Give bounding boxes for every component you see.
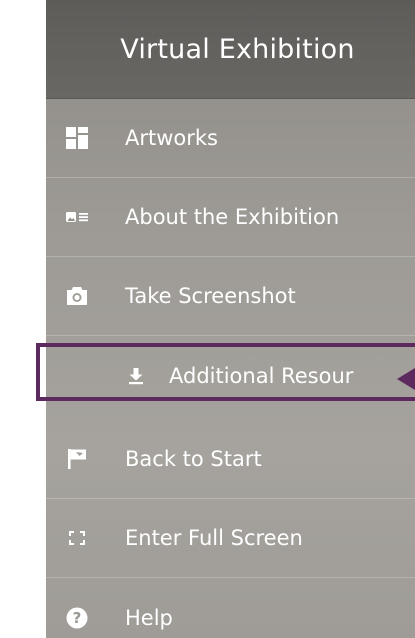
menu-header: Virtual Exhibition xyxy=(46,0,415,99)
camera-icon xyxy=(66,285,88,307)
menu-item-label: Artworks xyxy=(125,126,218,150)
menu-item-label: Back to Start xyxy=(125,447,262,471)
info-card-icon xyxy=(66,206,88,228)
menu-item-screenshot[interactable]: Take Screenshot xyxy=(46,257,415,336)
menu-title: Virtual Exhibition xyxy=(120,33,355,65)
fullscreen-icon xyxy=(66,527,88,549)
menu-item-label: Help xyxy=(125,605,173,630)
menu-item-artworks[interactable]: Artworks xyxy=(46,99,415,178)
side-menu-panel: Virtual Exhibition Artworks About the Ex… xyxy=(46,0,415,638)
highlight-pointer-arrow xyxy=(397,368,415,390)
menu-item-help[interactable]: ? Help xyxy=(46,578,415,638)
menu-item-about[interactable]: About the Exhibition xyxy=(46,178,415,257)
grid-icon xyxy=(66,127,88,149)
menu-item-back-to-start[interactable]: Back to Start xyxy=(46,420,415,499)
menu-item-label: About the Exhibition xyxy=(125,205,340,229)
menu-item-label: Enter Full Screen xyxy=(125,526,303,550)
svg-text:?: ? xyxy=(73,609,82,627)
menu-item-label: Additional Resour xyxy=(169,363,354,388)
help-icon: ? xyxy=(66,607,88,629)
menu-item-full-screen[interactable]: Enter Full Screen xyxy=(46,499,415,578)
flag-icon xyxy=(66,448,88,470)
menu-item-label: Take Screenshot xyxy=(125,284,296,308)
menu-item-additional-resources[interactable]: Additional Resour xyxy=(46,336,415,415)
download-icon xyxy=(125,365,147,387)
